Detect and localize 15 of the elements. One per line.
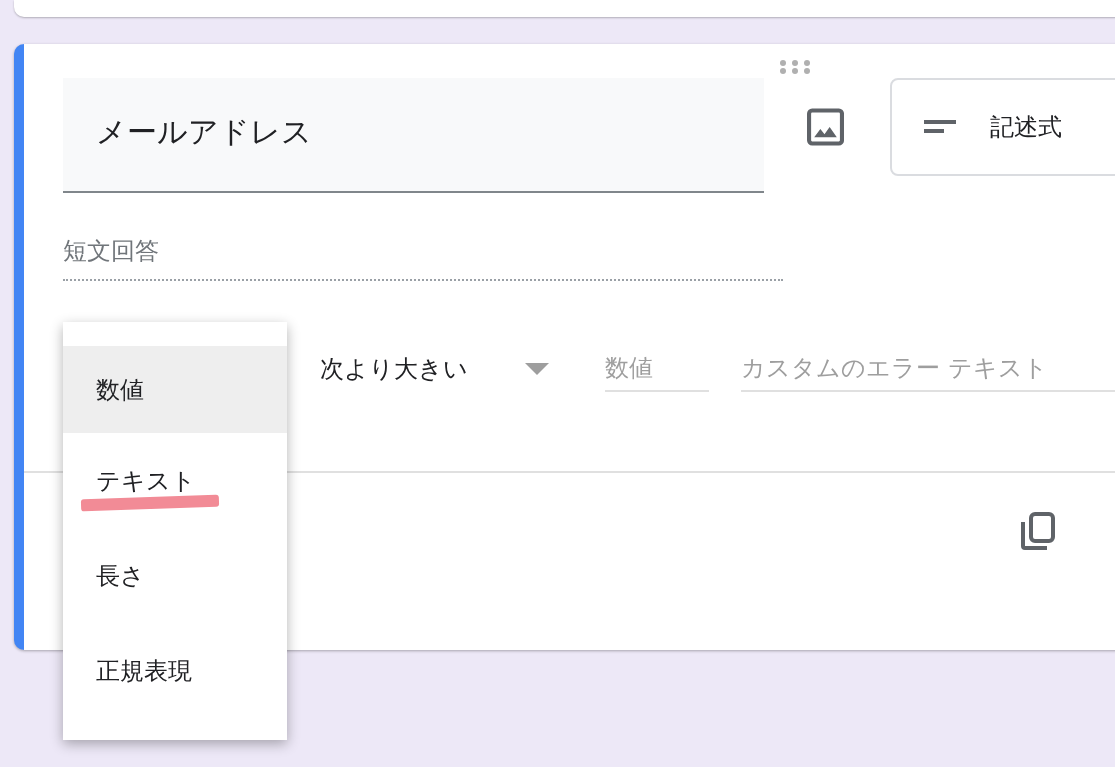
image-icon[interactable] [806,108,844,146]
number-input[interactable]: 数値 [605,346,709,392]
short-lines-icon [923,119,958,135]
condition-dropdown[interactable]: 次より大きい [320,353,525,385]
copy-icon[interactable] [1020,511,1056,551]
menu-item[interactable]: 数値 [63,346,287,433]
question-type-dropdown[interactable]: 記述式 [889,78,1115,176]
dropdown-arrow-icon[interactable] [525,363,549,375]
short-answer-field[interactable]: 短文回答 [63,235,783,281]
menu-item[interactable]: 長さ [63,528,287,623]
menu-item[interactable]: 正規表現 [63,623,287,718]
question-title-field[interactable]: メールアドレス [63,78,764,193]
error-text-input[interactable]: カスタムのエラー テキスト [741,346,1115,392]
drag-handle-icon[interactable] [779,59,811,75]
menu-item[interactable]: テキスト [63,433,287,528]
